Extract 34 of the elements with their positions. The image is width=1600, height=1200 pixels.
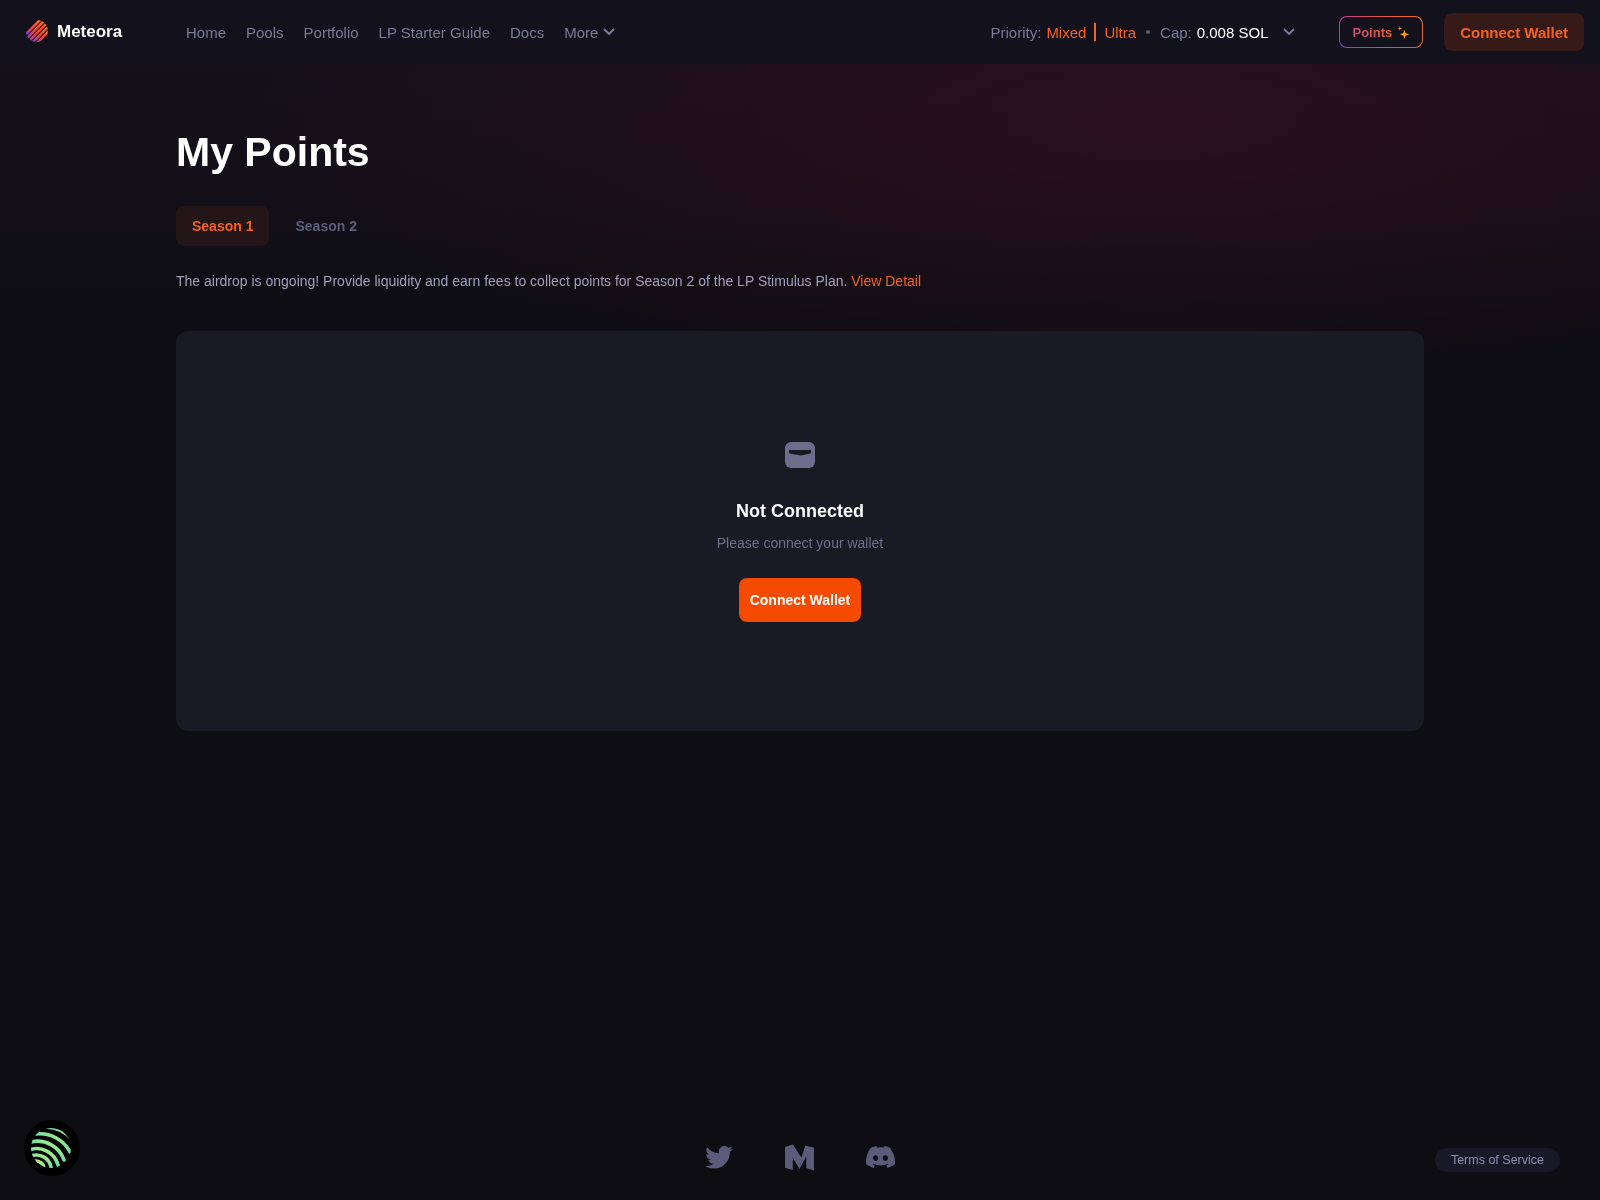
striped-sphere-icon[interactable] [24,1120,80,1176]
season-tab[interactable]: Season 2 [279,206,373,246]
discord-icon[interactable] [866,1146,895,1169]
points-button[interactable]: Points [1339,16,1424,48]
nav-link[interactable]: Pools [246,23,284,41]
nav-link[interactable]: Portfolio [303,23,359,41]
sparkle-icon [1397,25,1411,39]
cap-value: 0.008 SOL [1196,23,1269,41]
separator-dot-icon [1146,30,1151,34]
terms-of-service-link[interactable]: Terms of Service [1434,1148,1560,1172]
connect-wallet-button[interactable]: Connect Wallet [739,578,861,622]
empty-state-message: Please connect your wallet [716,535,884,551]
priority-label: Priority: [990,23,1042,41]
medium-m-icon[interactable] [785,1144,814,1171]
priority-level: Ultra [1104,23,1137,41]
view-detail-link[interactable]: View Detail [851,273,922,289]
chevron-down-icon [603,28,616,36]
striped-ball-logo-icon[interactable] [24,20,48,44]
brand-name[interactable]: Meteora [57,22,123,42]
empty-state-title: Not Connected [736,501,864,522]
nav-dropdown[interactable]: More [564,23,616,41]
page-title: My Points [176,128,371,177]
connect-wallet-button[interactable]: Connect Wallet [1444,13,1584,51]
wallet-icon [785,442,815,468]
nav-link[interactable]: LP Starter Guide [378,23,491,41]
airdrop-notice: The airdrop is ongoing! Provide liquidity and earn fees to collect points for Season 2 of the LP Stimulus Plan. View Detail [176,272,923,291]
nav-link[interactable]: Docs [510,23,545,41]
priority-mode: Mixed [1046,23,1087,41]
season-tab[interactable]: Season 1 [176,206,270,246]
priority-fee-selector[interactable]: Priority: Mixed Ultra Cap: 0.008 SOL [990,23,1296,41]
cap-label: Cap: [1160,23,1192,41]
nav-link[interactable]: Home [186,23,226,41]
bird-icon[interactable] [705,1146,733,1169]
chevron-down-icon [1283,28,1296,36]
